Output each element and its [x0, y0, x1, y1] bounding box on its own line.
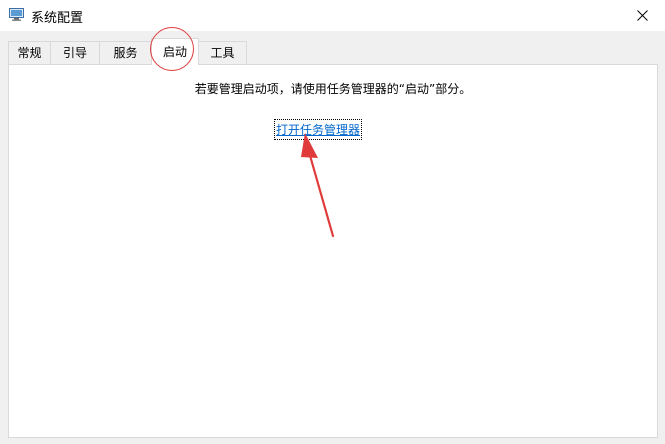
open-task-manager-link[interactable]: 打开任务管理器 — [273, 119, 363, 140]
window-title: 系统配置 — [31, 11, 84, 26]
msconfig-app-icon — [9, 8, 24, 21]
startup-panel: 若要管理启动项，请使用任务管理器的“启动”部分。 打开任务管理器 — [8, 64, 658, 438]
close-icon — [636, 10, 648, 21]
title-bar: 系统配置 — [0, 0, 665, 31]
tab-boot[interactable]: 引导 — [50, 41, 100, 64]
tab-general[interactable]: 常规 — [8, 41, 51, 64]
tab-strip: 常规 引导 服务 启动 工具 — [8, 38, 658, 65]
close-button[interactable] — [619, 0, 665, 31]
tab-services[interactable]: 服务 — [99, 41, 152, 64]
tab-startup[interactable]: 启动 — [151, 38, 199, 65]
tab-tools[interactable]: 工具 — [198, 41, 247, 64]
startup-message: 若要管理启动项，请使用任务管理器的“启动”部分。 — [194, 82, 472, 96]
